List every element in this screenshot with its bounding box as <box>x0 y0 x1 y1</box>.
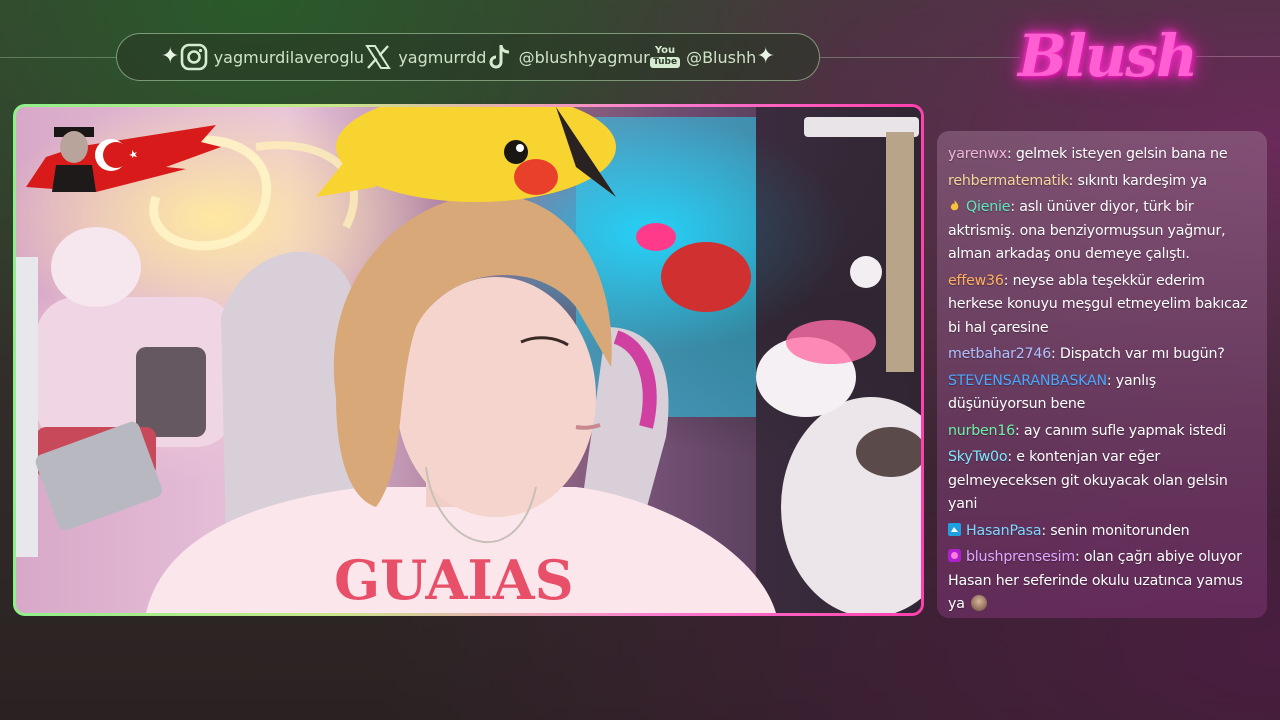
prime-badge-icon <box>948 521 961 536</box>
chat-text: : sıkıntı kardeşim ya <box>1068 172 1208 189</box>
chat-text: : ay canım sufle yapmak istedi <box>1015 422 1227 439</box>
emote-icon <box>970 595 987 611</box>
chat-message: blushprensesim: olan çağrı abiye oluyor … <box>948 546 1257 617</box>
x-link[interactable]: yagmurrdd <box>364 43 486 71</box>
social-bar: ✦ yagmurdilaveroglu yagmurrdd @blushhyag… <box>116 33 820 81</box>
chat-text: : Dispatch var mı bugün? <box>1051 346 1225 362</box>
left-divider-line <box>0 57 116 58</box>
webcam-frame: GUAIAS <box>13 104 924 616</box>
chat-username[interactable]: nurben16 <box>948 423 1015 439</box>
chat-username[interactable]: HasanPasa <box>966 523 1042 539</box>
chat-username[interactable]: metbahar2746 <box>948 346 1051 362</box>
chat-username[interactable]: yarenwx <box>948 146 1007 162</box>
chat-username[interactable]: rehbermatematik <box>948 173 1069 189</box>
x-icon <box>364 43 392 71</box>
instagram-link[interactable]: yagmurdilaveroglu <box>180 43 364 71</box>
chat-username[interactable]: Qienie <box>966 199 1011 215</box>
chat-message: HasanPasa: senin monitorunden <box>948 520 1257 544</box>
chat-username[interactable]: SkyTw0o <box>948 449 1008 465</box>
instagram-handle: yagmurdilaveroglu <box>213 47 365 67</box>
chat-text: : gelmek isteyen gelsin bana ne <box>1006 146 1228 162</box>
chat-panel: yarenwx: gelmek isteyen gelsin bana ne re… <box>937 131 1267 618</box>
chat-message: effew36: neyse abla teşekkür ederim herk… <box>948 270 1257 341</box>
chat-message: nurben16: ay canım sufle yapmak istedi <box>948 420 1257 444</box>
sparkle-icon: ✦ <box>161 44 180 69</box>
chat-username[interactable]: effew36 <box>948 273 1004 289</box>
mid-divider-line <box>820 57 1020 58</box>
blush-logo: Blush <box>1017 22 1198 90</box>
chat-text: : senin monitorunden <box>1041 522 1190 539</box>
chat-message: rehbermatematik: sıkıntı kardeşim ya <box>948 170 1257 194</box>
chat-message: metbahar2746: Dispatch var mı bugün? <box>948 343 1257 367</box>
youtube-badge-bottom: Tube <box>649 57 681 68</box>
svg-text:GUAIAS: GUAIAS <box>334 548 574 612</box>
youtube-icon: You Tube <box>649 45 681 68</box>
chat-message: SkyTw0o: e kontenjan var eğer gelmeyecek… <box>948 446 1257 517</box>
webcam-feed: GUAIAS <box>16 107 921 613</box>
tiktok-link[interactable]: @blushhyagmur <box>487 43 650 71</box>
x-handle: yagmurrdd <box>398 47 487 67</box>
instagram-icon <box>180 43 208 71</box>
chat-username[interactable]: blushprensesim <box>966 549 1075 565</box>
chat-username[interactable]: STEVENSARANBASKAN <box>948 373 1107 389</box>
chat-message: STEVENSARANBASKAN: yanlış düşünüyorsun b… <box>948 370 1257 417</box>
youtube-handle: @Blushh <box>686 47 757 67</box>
chat-message-list: yarenwx: gelmek isteyen gelsin bana ne re… <box>948 143 1257 617</box>
right-divider-line <box>1196 56 1280 57</box>
sparkle-icon: ✦ <box>756 44 775 69</box>
youtube-badge-top: You <box>654 45 676 56</box>
tiktok-icon <box>487 43 513 71</box>
youtube-link[interactable]: You Tube @Blushh <box>649 45 757 68</box>
chat-message: Qienie: aslı ünüver diyor, türk bir aktr… <box>948 196 1257 267</box>
flame-badge-icon <box>948 197 961 211</box>
chat-message: yarenwx: gelmek isteyen gelsin bana ne <box>948 143 1257 167</box>
turkey-flag-icon <box>26 125 221 192</box>
tiktok-handle: @blushhyagmur <box>518 47 650 67</box>
sub-badge-icon <box>948 547 961 562</box>
